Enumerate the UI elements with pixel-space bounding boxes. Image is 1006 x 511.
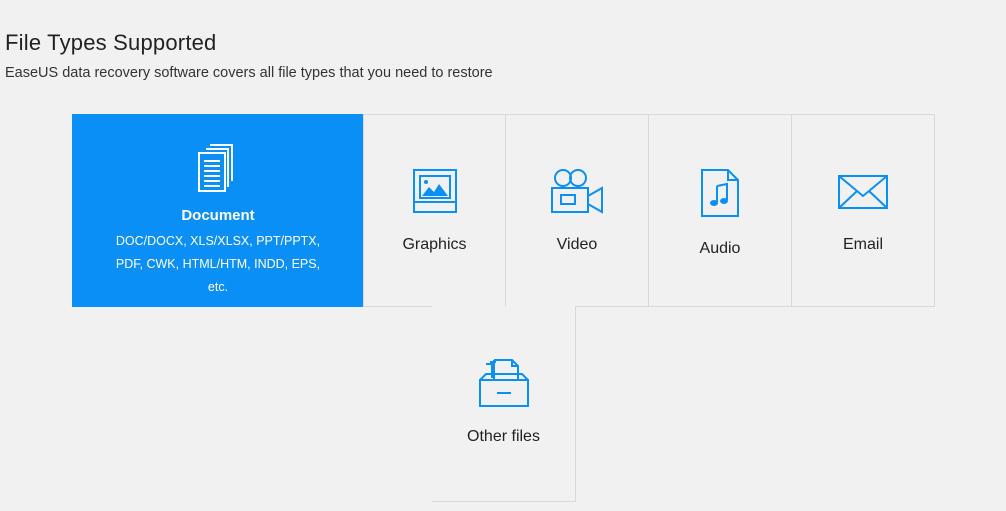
desc-line: PDF, CWK, HTML/HTM, INDD, EPS,: [115, 257, 321, 271]
tile-document-description: DOC/DOCX, XLS/XLSX, PPT/PPTX, PDF, CWK, …: [88, 230, 348, 299]
tile-graphics-label: Graphics: [402, 236, 467, 253]
tile-other-files-label: Other files: [467, 428, 540, 445]
video-camera-icon: [551, 169, 603, 214]
page-subtitle: EaseUS data recovery software covers all…: [5, 65, 493, 81]
desc-line: etc.: [207, 280, 229, 294]
tile-email-label: Email: [842, 236, 883, 253]
file-types-section: File Types Supported EaseUS data recover…: [0, 0, 1006, 511]
music-file-icon: [701, 169, 739, 217]
tile-other-files[interactable]: Other files: [432, 306, 576, 502]
tile-audio[interactable]: Audio: [648, 114, 792, 307]
tile-document[interactable]: Document DOC/DOCX, XLS/XLSX, PPT/PPTX, P…: [72, 114, 364, 307]
tile-video-label: Video: [556, 236, 598, 253]
tile-video[interactable]: Video: [505, 114, 649, 307]
page-title: File Types Supported: [5, 30, 217, 55]
file-tray-icon: [478, 359, 529, 407]
document-stack-icon: [198, 144, 233, 192]
tile-graphics[interactable]: Graphics: [363, 114, 506, 307]
image-icon: [412, 169, 457, 213]
tile-audio-label: Audio: [699, 240, 741, 257]
tile-document-label: Document: [181, 207, 255, 224]
tile-email[interactable]: Email: [791, 114, 935, 307]
desc-line: DOC/DOCX, XLS/XLSX, PPT/PPTX,: [115, 234, 321, 248]
envelope-icon: [838, 175, 888, 209]
